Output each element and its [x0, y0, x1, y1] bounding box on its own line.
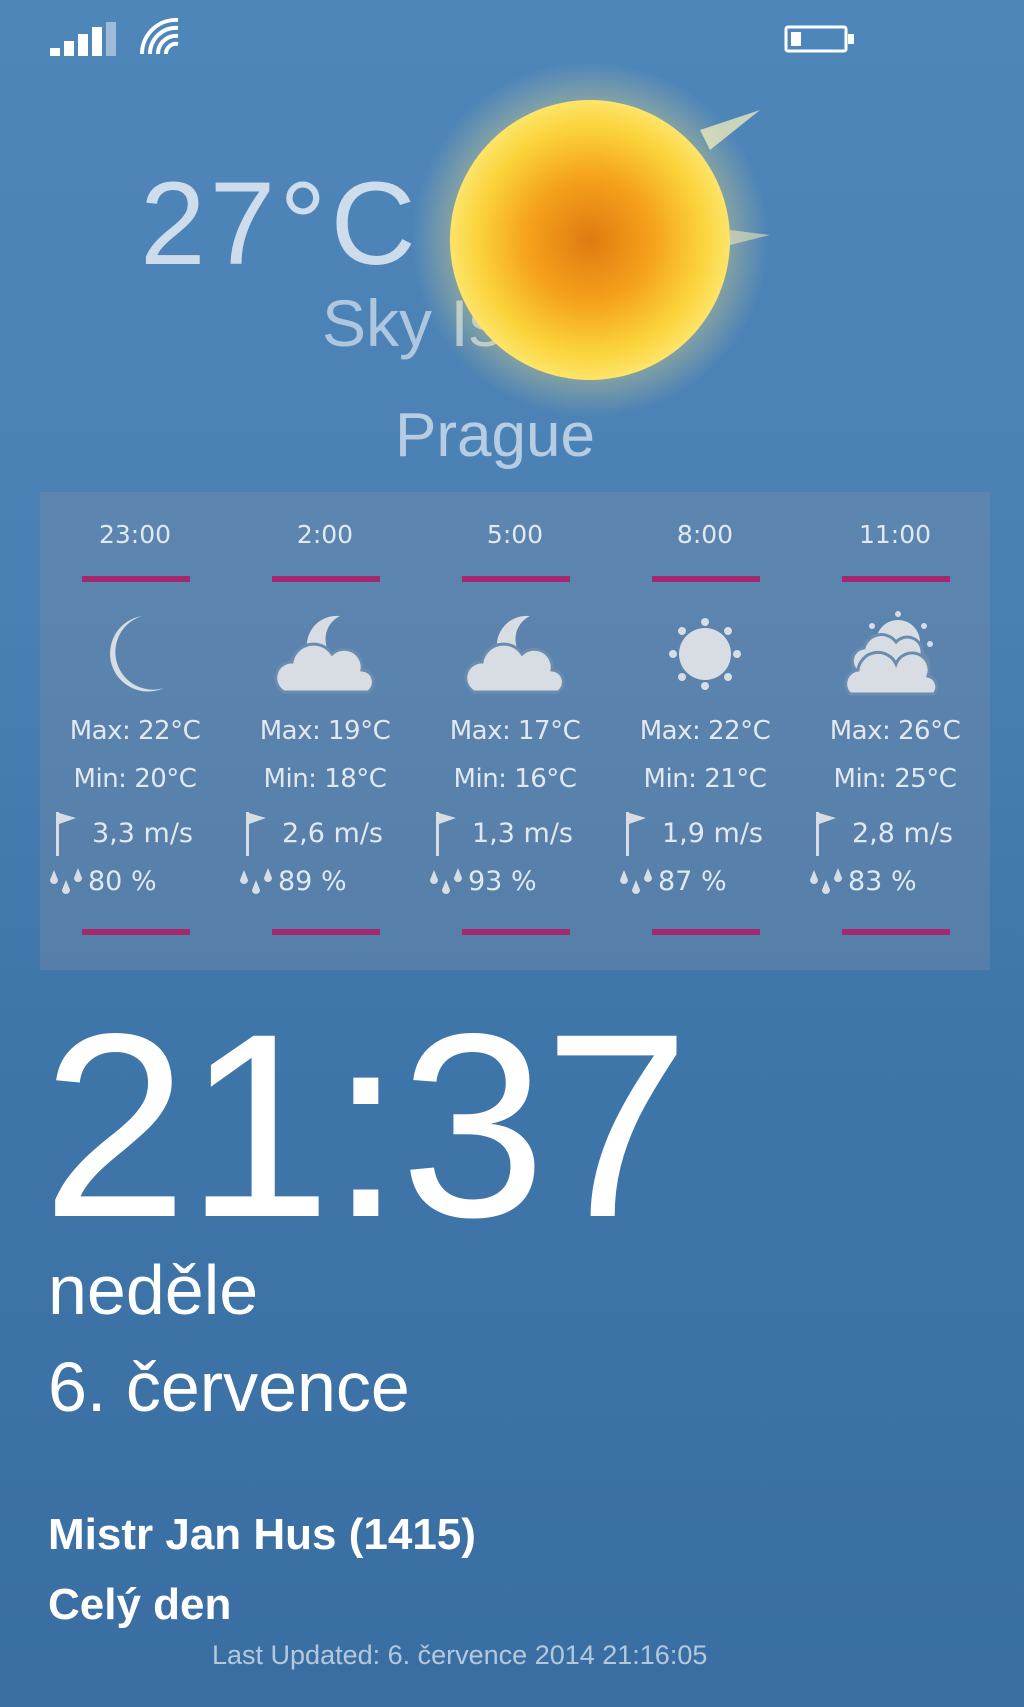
forecast-min: Min: 16°C — [453, 764, 577, 794]
sun-icon — [669, 618, 741, 690]
divider — [272, 929, 380, 935]
moon-cloud-icon — [464, 615, 565, 694]
wind-flag-icon — [626, 812, 646, 856]
humidity-value: 93 % — [468, 866, 537, 897]
divider — [462, 929, 570, 935]
wind-flag-icon — [436, 812, 456, 856]
forecast-min: Min: 25°C — [833, 764, 957, 794]
city-name: Prague — [395, 401, 595, 470]
forecast-time: 2:00 — [296, 520, 354, 549]
humidity-drops-icon — [620, 868, 652, 894]
humidity-drops-icon — [430, 868, 462, 894]
humidity-value: 89 % — [278, 866, 347, 897]
moon-icon — [110, 616, 164, 692]
day-name: neděle — [48, 1251, 259, 1329]
divider — [82, 929, 190, 935]
wind-flag-icon — [246, 812, 266, 856]
divider — [842, 576, 950, 582]
wind-speed: 1,3 m/s — [472, 818, 573, 849]
wind-flag-icon — [56, 812, 76, 856]
forecast-max: Max: 22°C — [69, 716, 201, 746]
forecast-max: Max: 19°C — [259, 716, 391, 746]
moon-cloud-icon — [274, 615, 375, 694]
forecast-max: Max: 26°C — [829, 716, 961, 746]
forecast-max: Max: 22°C — [639, 716, 771, 746]
divider — [652, 929, 760, 935]
forecast-min: Min: 20°C — [73, 764, 197, 794]
forecast-min: Min: 18°C — [263, 764, 387, 794]
humidity-value: 80 % — [88, 866, 157, 897]
forecast-item[interactable]: 5:00 Max: 17°C Min: 16°C 1,3 m/s 93 % — [420, 492, 610, 970]
forecast-item[interactable]: 8:00 Max: 22°C Min: 21°C 1,9 m/s 87 % — [610, 492, 800, 970]
wind-speed: 2,8 m/s — [852, 818, 953, 849]
calendar-event-time: Celý den — [48, 1580, 232, 1629]
signal-icon — [50, 22, 116, 56]
wind-speed: 3,3 m/s — [92, 818, 193, 849]
forecast-max: Max: 17°C — [449, 716, 581, 746]
forecast-min: Min: 21°C — [643, 764, 767, 794]
lockscreen-clock: 21:37 — [42, 979, 690, 1272]
forecast-time: 5:00 — [486, 520, 544, 549]
wifi-icon — [139, 17, 179, 55]
forecast-item[interactable]: 23:00 Max: 22°C Min: 20°C 3,3 m/s 80 % — [40, 492, 230, 970]
forecast-panel: 23:00 Max: 22°C Min: 20°C 3,3 m/s 80 % 2… — [40, 492, 990, 970]
wind-speed: 2,6 m/s — [282, 818, 383, 849]
forecast-time: 8:00 — [676, 520, 734, 549]
forecast-time: 23:00 — [98, 520, 172, 549]
humidity-value: 83 % — [848, 866, 917, 897]
sun-icon — [412, 62, 770, 418]
humidity-drops-icon — [810, 868, 842, 894]
forecast-item[interactable]: 11:00 Max: 26°C Min: 25°C 2,8 m/s 83 % — [800, 492, 990, 970]
date-text: 6. července — [48, 1348, 410, 1426]
wind-flag-icon — [816, 812, 836, 856]
divider — [462, 576, 570, 582]
calendar-event-title: Mistr Jan Hus (1415) — [48, 1510, 476, 1559]
battery-icon — [784, 25, 854, 53]
forecast-item[interactable]: 2:00 Max: 19°C Min: 18°C 2,6 m/s 89 % — [230, 492, 420, 970]
divider — [842, 929, 950, 935]
sun-clouds-icon — [844, 611, 939, 696]
humidity-value: 87 % — [658, 866, 727, 897]
divider — [652, 576, 760, 582]
forecast-time: 11:00 — [858, 520, 932, 549]
divider — [272, 576, 380, 582]
last-updated: Last Updated: 6. července 2014 21:16:05 — [212, 1640, 708, 1670]
divider — [82, 576, 190, 582]
wind-speed: 1,9 m/s — [662, 818, 763, 849]
humidity-drops-icon — [240, 868, 272, 894]
humidity-drops-icon — [50, 868, 82, 894]
current-temperature: 27°C — [140, 158, 420, 290]
